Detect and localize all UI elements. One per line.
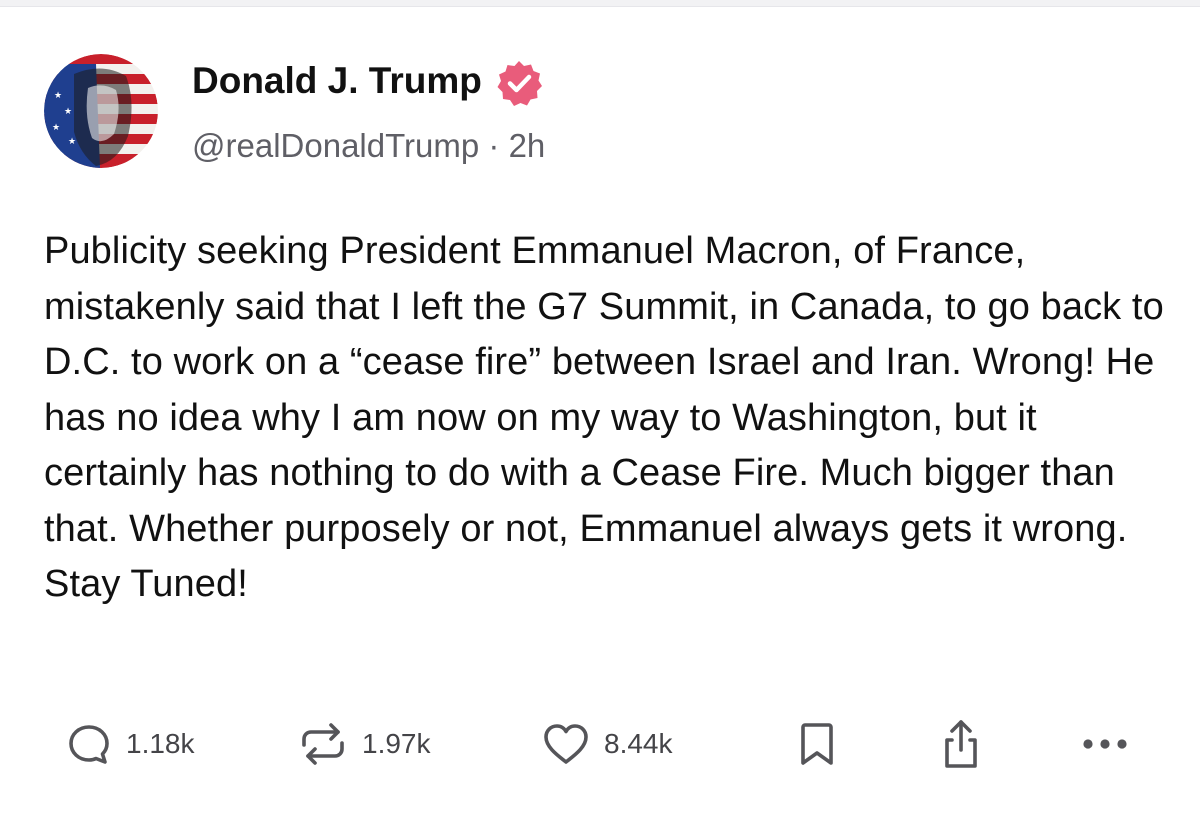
retruth-button[interactable]: 1.97k [296, 716, 431, 772]
heart-icon [540, 719, 592, 769]
svg-text:★: ★ [56, 151, 64, 161]
like-button[interactable]: 8.44k [540, 716, 673, 772]
reply-button[interactable]: 1.18k [64, 716, 195, 772]
post-timestamp[interactable]: 2h [509, 127, 546, 164]
more-button[interactable] [1078, 716, 1134, 772]
meta-separator: · [488, 127, 500, 164]
more-icon [1078, 719, 1134, 769]
post-meta: @realDonaldTrump · 2h [192, 124, 545, 168]
author-handle[interactable]: @realDonaldTrump [192, 127, 479, 164]
share-icon [936, 716, 986, 772]
reply-count: 1.18k [126, 728, 195, 759]
avatar-image: ★ ★ ★ ★ ★ [44, 54, 158, 168]
bookmark-button[interactable] [792, 716, 842, 772]
retruth-icon [296, 719, 350, 769]
share-button[interactable] [936, 716, 986, 772]
author-avatar[interactable]: ★ ★ ★ ★ ★ [44, 54, 158, 168]
verified-badge-icon [494, 58, 544, 108]
svg-text:★: ★ [52, 123, 60, 133]
post-body-text: Publicity seeking President Emmanuel Mac… [44, 230, 1164, 605]
reply-icon [64, 719, 114, 769]
retruth-count: 1.97k [362, 728, 431, 759]
top-divider [0, 0, 1200, 7]
svg-text:★: ★ [68, 137, 76, 147]
bookmark-icon [792, 719, 842, 769]
svg-text:★: ★ [64, 107, 72, 117]
svg-text:★: ★ [54, 91, 62, 101]
like-count: 8.44k [604, 728, 673, 759]
author-display-name[interactable]: Donald J. Trump [192, 58, 482, 104]
